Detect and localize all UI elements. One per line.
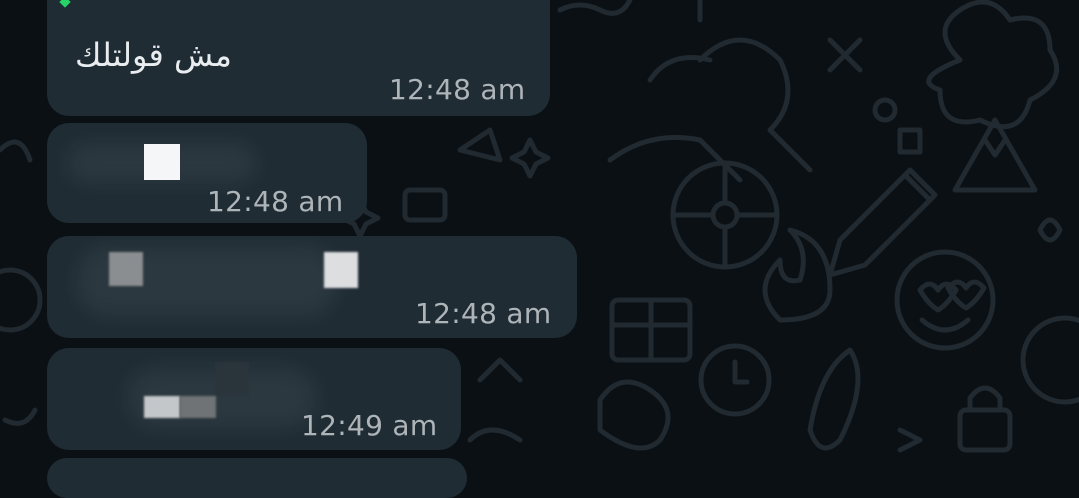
message-timestamp: 12:48 am	[389, 73, 526, 106]
redaction-block	[144, 396, 180, 418]
redaction-block	[215, 362, 249, 396]
redaction-block	[144, 144, 180, 180]
redaction-block	[180, 396, 216, 418]
message-bubble[interactable]: 12:49 am	[47, 348, 461, 450]
redaction-block	[324, 252, 358, 288]
message-timestamp: 12:48 am	[207, 185, 344, 218]
message-text: مش قولتلك	[75, 36, 232, 74]
message-bubble[interactable]: مش قولتلك 12:48 am	[47, 0, 550, 116]
bubble-tail-accent	[59, 0, 71, 8]
message-bubble[interactable]: 12:48 am	[47, 236, 577, 338]
message-bubble[interactable]: 12:48 am	[47, 123, 367, 223]
message-bubble[interactable]	[47, 458, 467, 498]
redaction-block	[109, 252, 143, 286]
message-timestamp: 12:49 am	[301, 409, 438, 442]
message-timestamp: 12:48 am	[415, 297, 552, 330]
